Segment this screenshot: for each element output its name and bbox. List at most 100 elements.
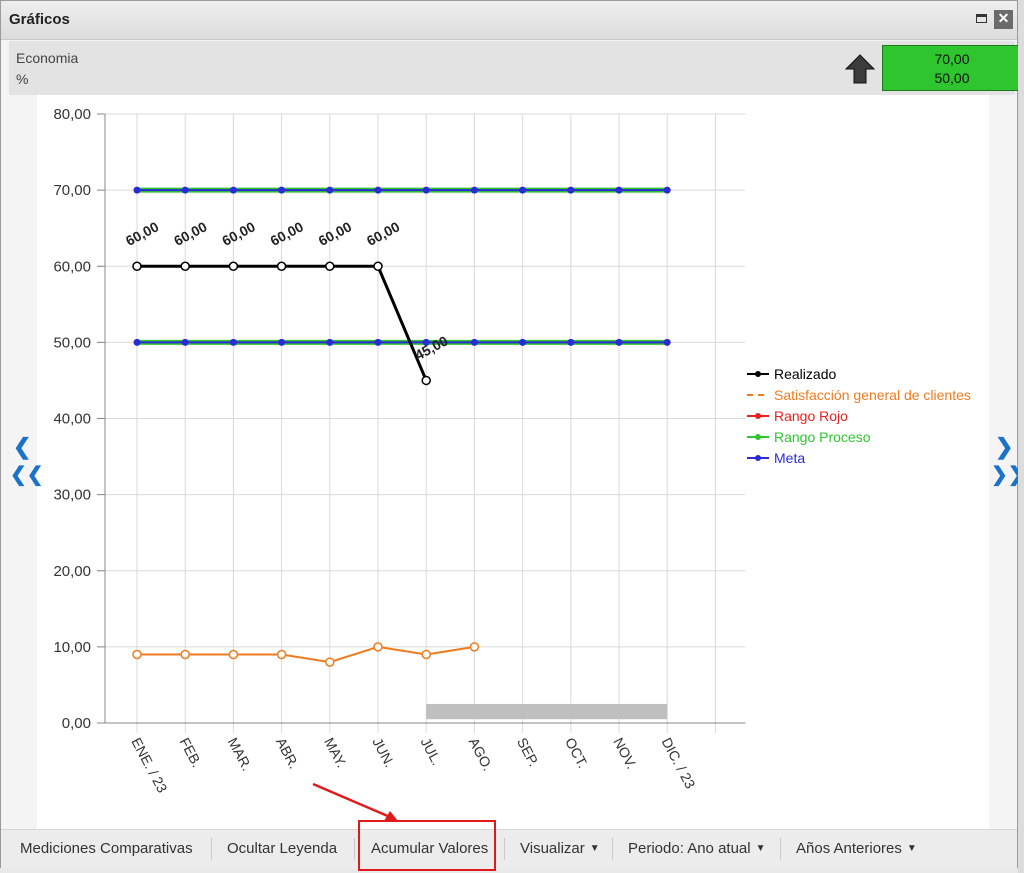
range-bar: [426, 703, 668, 720]
chart-window: Gráficos ✕ Economia % 70,00 50,00 0,00 10…: [0, 0, 1024, 868]
legend-line-marker: [747, 370, 769, 377]
caret-down-icon: ▼: [906, 843, 917, 855]
x-tick-label: JUL.: [418, 735, 446, 768]
meta-point: [519, 338, 527, 346]
legend-line-marker: [747, 412, 769, 419]
realizado-point: [325, 261, 335, 271]
satisfaccion-point: [373, 642, 383, 652]
y-tick-label: 50,00: [53, 334, 91, 351]
satisfaccion-point: [469, 642, 480, 652]
legend-item-rango-rojo[interactable]: Rango Rojo: [747, 405, 971, 426]
data-label: 60,00: [171, 218, 210, 249]
y-tick-label: 70,00: [53, 182, 91, 199]
next-period-chevron-icon[interactable]: ❯: [995, 436, 1013, 458]
prev-period-chevron-icon[interactable]: ❮: [13, 436, 31, 458]
realizado-point: [180, 261, 190, 271]
y-tick-label: 40,00: [53, 411, 91, 428]
satisfaccion-point: [421, 649, 431, 660]
realizado-point: [228, 261, 239, 271]
satisfaccion-point: [180, 649, 190, 660]
x-tick-label: MAR.: [225, 735, 256, 773]
meta-point: [663, 338, 671, 346]
legend-line-marker: [747, 433, 769, 440]
toolbar-divider: [211, 838, 212, 860]
x-tick-label: DIC. / 23: [659, 735, 699, 791]
y-tick-label: 30,00: [53, 487, 91, 504]
first-period-double-chevron-icon[interactable]: ❮❮: [10, 464, 44, 486]
legend-item-rango-proceso[interactable]: Rango Proceso: [747, 426, 971, 447]
meta-point: [519, 186, 527, 194]
y-tick-label: 60,00: [53, 258, 91, 275]
realizado-point: [421, 375, 431, 386]
meta-point: [470, 338, 478, 346]
period-dropdown[interactable]: Periodo: Ano atual ▼: [628, 830, 766, 868]
data-label: 60,00: [219, 218, 258, 249]
x-tick-label: JUN.: [369, 735, 398, 770]
meta-point: [374, 186, 382, 194]
realizado-point: [373, 261, 383, 271]
data-label: 60,00: [364, 218, 403, 249]
meta-point: [567, 338, 575, 346]
data-label: 60,00: [123, 218, 162, 249]
meta-point: [567, 186, 575, 194]
realizado-point: [132, 261, 142, 271]
legend-label: Rango Proceso: [774, 428, 871, 445]
meta-point: [133, 338, 141, 346]
legend-label: Meta: [774, 449, 806, 466]
satisfaccion-point: [325, 657, 335, 667]
visualize-dropdown[interactable]: Visualizar ▼: [520, 830, 600, 868]
caret-down-icon: ▼: [755, 843, 766, 855]
data-label: 45,00: [412, 332, 451, 363]
toolbar-divider: [354, 838, 355, 860]
annotation-arrow-icon: [312, 782, 398, 821]
hide-legend-button[interactable]: Ocultar Leyenda: [227, 830, 337, 868]
legend-item-realizado[interactable]: Realizado: [747, 363, 971, 384]
legend-label: Realizado: [774, 365, 837, 382]
previous-years-label: Años Anteriores: [796, 840, 902, 857]
legend-label: Satisfacción general de clientes: [774, 386, 971, 403]
x-tick-label: ABR.: [273, 735, 302, 771]
caret-down-icon: ▼: [589, 843, 600, 855]
y-tick-label: 10,00: [53, 639, 91, 656]
y-tick-label: 80,00: [53, 106, 91, 123]
legend-item-meta[interactable]: Meta: [747, 447, 971, 468]
x-tick-label: NOV.: [610, 735, 640, 772]
x-tick-label: OCT.: [562, 735, 591, 771]
meta-point: [326, 186, 334, 194]
meta-point: [615, 338, 623, 346]
legend-line-marker: [747, 454, 769, 461]
meta-point: [133, 186, 141, 194]
meta-point: [181, 338, 189, 346]
period-label: Periodo: Ano atual: [628, 840, 751, 857]
realizado-point: [276, 261, 287, 271]
data-label: 60,00: [267, 218, 306, 249]
legend-item-satisfaccion[interactable]: Satisfacción general de clientes: [747, 384, 971, 405]
x-tick-label: MAY.: [321, 735, 350, 770]
meta-point: [278, 338, 286, 346]
meta-point: [615, 186, 623, 194]
y-tick-label: 0,00: [62, 715, 91, 732]
x-tick-label: FEB.: [177, 735, 206, 770]
meta-point: [181, 186, 189, 194]
meta-point: [663, 186, 671, 194]
satisfaccion-point: [228, 649, 239, 660]
toolbar-divider: [612, 838, 613, 860]
meta-point: [229, 338, 237, 346]
satisfaccion-point: [132, 649, 142, 660]
meta-point: [422, 186, 430, 194]
meta-point: [278, 186, 286, 194]
satisfaccion-point: [276, 649, 287, 660]
y-tick-label: 20,00: [53, 563, 91, 580]
meta-point: [229, 186, 237, 194]
meta-point: [470, 186, 478, 194]
toolbar-divider: [780, 838, 781, 860]
toolbar-divider: [504, 838, 505, 860]
comparative-measurements-button[interactable]: Mediciones Comparativas: [20, 830, 193, 868]
x-tick-label: AGO.: [466, 735, 497, 773]
legend-label: Rango Rojo: [774, 407, 848, 424]
chart-legend: Realizado Satisfacción general de client…: [747, 363, 971, 468]
chart-toolbar: Mediciones Comparativas Ocultar Leyenda …: [1, 829, 1017, 868]
window-edge: [1018, 0, 1024, 873]
previous-years-dropdown[interactable]: Años Anteriores ▼: [796, 830, 917, 868]
legend-dashed-marker: [747, 393, 769, 396]
